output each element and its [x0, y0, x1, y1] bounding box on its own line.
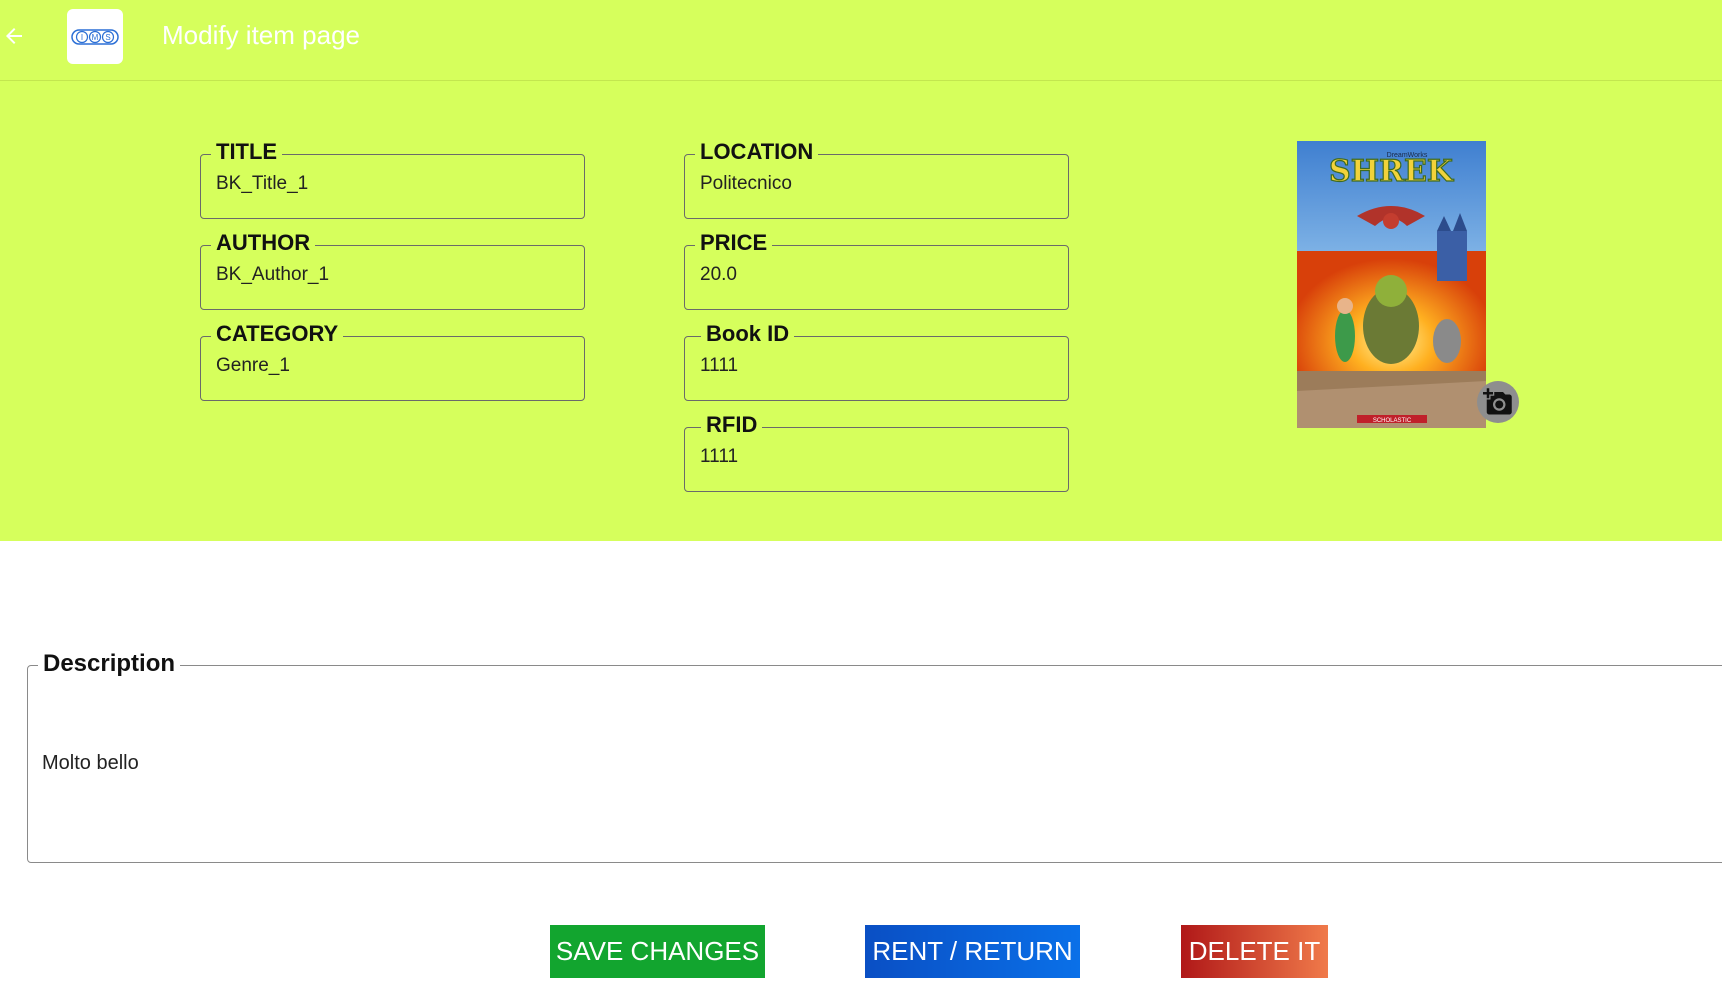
title-field[interactable]: TITLE BK_Title_1 [200, 139, 585, 219]
cover-publisher: DreamWorks [1387, 152, 1428, 159]
price-field[interactable]: PRICE 20.0 [684, 230, 1069, 310]
book-cover-image: SHREK DreamWorks SCHOLASTIC [1297, 141, 1486, 428]
app-logo: I M S [67, 9, 123, 64]
author-value: BK_Author_1 [216, 264, 330, 285]
svg-text:S: S [105, 33, 110, 42]
change-cover-button[interactable] [1477, 381, 1519, 423]
category-label: CATEGORY [211, 321, 344, 347]
book-id-label: Book ID [701, 321, 795, 347]
price-value: 20.0 [700, 264, 737, 285]
delete-button[interactable]: DELETE IT [1181, 925, 1328, 978]
rent-return-button[interactable]: RENT / RETURN [865, 925, 1080, 978]
svg-text:M: M [92, 33, 99, 42]
page-title: Modify item page [162, 20, 360, 50]
category-value: Genre_1 [216, 355, 290, 376]
description-value: Molto bello [42, 752, 139, 774]
cover-imprint: SCHOLASTIC [1373, 418, 1412, 424]
location-value: Politecnico [700, 173, 792, 194]
svg-text:I: I [81, 33, 83, 42]
rfid-field[interactable]: RFID 1111 [684, 412, 1069, 492]
price-label: PRICE [695, 230, 773, 256]
title-value: BK_Title_1 [216, 173, 309, 194]
cover-title: SHREK [1329, 154, 1454, 189]
description-label: Description [38, 650, 181, 678]
author-field[interactable]: AUTHOR BK_Author_1 [200, 230, 585, 310]
rfid-value: 1111 [700, 446, 739, 467]
item-header-section: I M S Modify item page TITLE BK_Title_1 … [0, 0, 1722, 541]
book-id-value: 1111 [700, 355, 739, 376]
title-label: TITLE [211, 139, 283, 165]
author-label: AUTHOR [211, 230, 316, 256]
rfid-label: RFID [701, 412, 763, 438]
back-button[interactable] [2, 24, 26, 48]
app-bar: I M S Modify item page [0, 0, 1722, 81]
location-label: LOCATION [695, 139, 819, 165]
description-field[interactable]: Description Molto bello [27, 650, 1722, 863]
camera-add-icon [1483, 388, 1512, 415]
location-field[interactable]: LOCATION Politecnico [684, 139, 1069, 219]
save-changes-button[interactable]: SAVE CHANGES [550, 925, 765, 978]
book-id-field[interactable]: Book ID 1111 [684, 321, 1069, 401]
arrow-left-icon [6, 28, 22, 44]
category-field[interactable]: CATEGORY Genre_1 [200, 321, 585, 401]
